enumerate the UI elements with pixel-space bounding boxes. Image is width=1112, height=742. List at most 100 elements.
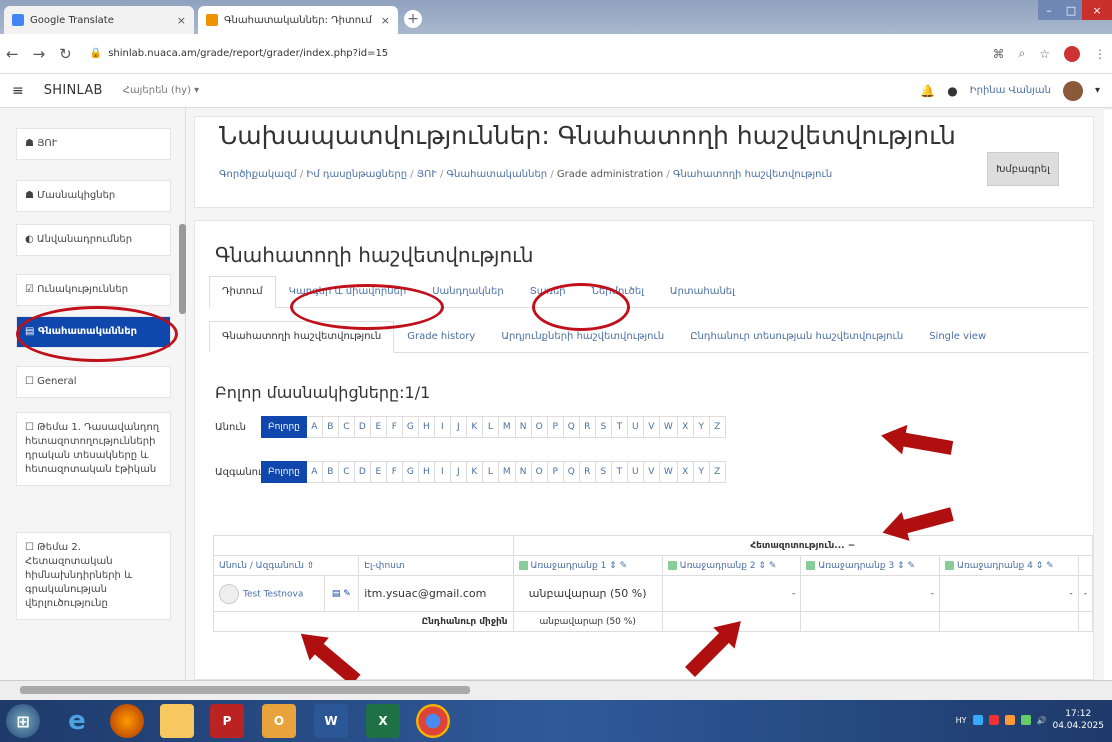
- email-column-header[interactable]: Էլ-փոստ: [358, 555, 514, 576]
- student-name-link[interactable]: Test Testnova: [243, 589, 303, 599]
- collapse-toggle[interactable]: −: [848, 541, 856, 551]
- messages-icon[interactable]: ●: [947, 84, 957, 98]
- browser-tab-grades[interactable]: Գնահատականներ: Դիտում ×: [198, 6, 398, 34]
- sort-icon[interactable]: ⇧: [307, 561, 315, 571]
- forward-icon[interactable]: →: [33, 45, 46, 63]
- category-total[interactable]: անբավարար (50 %): [512, 575, 663, 612]
- email-column-label[interactable]: Էլ-փոստ: [364, 561, 404, 571]
- excel-icon[interactable]: X: [366, 704, 400, 738]
- filter-letter-button[interactable]: J: [450, 416, 467, 438]
- grade-item-label[interactable]: Առաջադրանք 2 ⇕: [680, 561, 766, 571]
- filter-letter-button[interactable]: K: [466, 416, 483, 438]
- grade-item-label[interactable]: Առաջադրանք 4 ⇕: [957, 561, 1043, 571]
- notifications-icon[interactable]: 🔔: [920, 84, 935, 98]
- filter-letter-button[interactable]: H: [418, 461, 435, 483]
- filter-letter-button[interactable]: P: [547, 416, 564, 438]
- filter-letter-button[interactable]: S: [595, 416, 612, 438]
- grade-item-header[interactable]: Առաջադրանք 3 ⇕ ✎: [800, 555, 941, 576]
- filter-letter-button[interactable]: M: [498, 461, 516, 483]
- filter-letter-button[interactable]: Z: [709, 461, 726, 483]
- zoom-icon[interactable]: ⌕: [1019, 46, 1026, 61]
- file-explorer-icon[interactable]: [160, 704, 194, 738]
- user-name[interactable]: Իրինա Վանյան: [970, 85, 1051, 96]
- filter-letter-button[interactable]: M: [498, 416, 516, 438]
- breadcrumb-item[interactable]: ՅՈՒ: [417, 169, 437, 180]
- category-title[interactable]: Հետազոտություն...: [750, 541, 844, 551]
- close-window-button[interactable]: ×: [1082, 0, 1112, 20]
- edit-pencil-icon[interactable]: ✎: [1046, 561, 1054, 571]
- filter-letter-button[interactable]: T: [611, 416, 628, 438]
- filter-letter-button[interactable]: S: [595, 461, 612, 483]
- sidebar-item-general[interactable]: ☐ General: [16, 366, 171, 398]
- scrollbar-thumb[interactable]: [20, 686, 470, 694]
- subtab-single-view[interactable]: Single view: [916, 321, 999, 352]
- sidebar-item-topic-1[interactable]: ☐ Թեմա 1. Դասավանդող հետազոտողություններ…: [16, 412, 171, 486]
- filter-letter-button[interactable]: C: [338, 461, 355, 483]
- filter-letter-button[interactable]: N: [515, 461, 532, 483]
- filter-letter-button[interactable]: X: [677, 461, 694, 483]
- grade-cell[interactable]: -: [800, 575, 941, 612]
- filter-letter-button[interactable]: O: [531, 461, 548, 483]
- breadcrumb-item[interactable]: Գործիքակազմ: [219, 169, 297, 180]
- filter-letter-button[interactable]: V: [643, 461, 660, 483]
- language-indicator[interactable]: HY: [956, 716, 967, 725]
- filter-letter-button[interactable]: X: [677, 416, 694, 438]
- tray-app-icon[interactable]: [988, 715, 999, 725]
- filter-letter-button[interactable]: I: [434, 461, 451, 483]
- grade-cell[interactable]: -: [661, 575, 802, 612]
- filter-letter-button[interactable]: Q: [563, 416, 580, 438]
- filter-letter-button[interactable]: A: [306, 416, 323, 438]
- filter-letter-button[interactable]: L: [482, 461, 499, 483]
- browser-tab-google-translate[interactable]: Google Translate ×: [4, 6, 194, 34]
- edit-pencil-icon[interactable]: ✎: [769, 561, 777, 571]
- breadcrumb-item[interactable]: Գնահատականներ: [447, 169, 548, 180]
- breadcrumb-item[interactable]: Grade administration: [557, 169, 663, 180]
- tray-app-icon[interactable]: [972, 715, 983, 725]
- filter-letter-button[interactable]: Q: [563, 461, 580, 483]
- filter-letter-button[interactable]: G: [402, 416, 419, 438]
- filter-letter-button[interactable]: E: [370, 461, 387, 483]
- filter-letter-button[interactable]: G: [402, 461, 419, 483]
- language-selector[interactable]: Հայերեն (hy) ▾: [123, 85, 199, 96]
- filter-letter-button[interactable]: D: [354, 461, 371, 483]
- new-tab-button[interactable]: +: [404, 10, 422, 28]
- edit-pencil-icon[interactable]: ✎: [343, 589, 351, 599]
- back-icon[interactable]: ←: [6, 45, 19, 63]
- edit-pencil-icon[interactable]: ✎: [907, 561, 915, 571]
- filter-all-button[interactable]: Բոլորը: [261, 461, 307, 483]
- filter-letter-button[interactable]: Y: [693, 461, 710, 483]
- taskbar-clock[interactable]: 17:12 04.04.2025: [1052, 708, 1104, 732]
- grade-analysis-icon[interactable]: ▤: [332, 589, 341, 599]
- grade-item-header[interactable]: Առաջադրանք 4 ⇕ ✎: [939, 555, 1079, 576]
- name-column-label[interactable]: Անուն / Ազգանուն: [219, 561, 304, 571]
- star-icon[interactable]: ☆: [1039, 47, 1050, 61]
- tab-view[interactable]: Դիտում: [209, 276, 276, 308]
- filter-letter-button[interactable]: T: [611, 461, 628, 483]
- filter-letter-button[interactable]: J: [450, 461, 467, 483]
- powerpoint-icon[interactable]: P: [210, 704, 244, 738]
- reload-icon[interactable]: ↻: [59, 45, 72, 63]
- close-tab-icon[interactable]: ×: [177, 14, 186, 27]
- filter-letter-button[interactable]: W: [659, 416, 678, 438]
- edit-pencil-icon[interactable]: ✎: [620, 561, 628, 571]
- translate-icon[interactable]: ⌘: [993, 47, 1005, 61]
- filter-letter-button[interactable]: B: [322, 461, 339, 483]
- filter-all-button[interactable]: Բոլորը: [261, 416, 307, 438]
- filter-letter-button[interactable]: A: [306, 461, 323, 483]
- sidebar-item-course[interactable]: ☗ ՅՈՒ: [16, 128, 171, 160]
- hamburger-menu-icon[interactable]: ≡: [12, 83, 24, 99]
- grade-item-header[interactable]: Առաջադրանք 2 ⇕ ✎: [661, 555, 802, 576]
- minimize-button[interactable]: –: [1038, 0, 1060, 20]
- tray-app-icon[interactable]: [1004, 715, 1015, 725]
- edit-button[interactable]: Խմբագրել: [987, 152, 1059, 186]
- filter-letter-button[interactable]: U: [627, 416, 644, 438]
- filter-letter-button[interactable]: N: [515, 416, 532, 438]
- filter-letter-button[interactable]: D: [354, 416, 371, 438]
- filter-letter-button[interactable]: U: [627, 461, 644, 483]
- grade-cell[interactable]: -: [1077, 575, 1094, 612]
- breadcrumb-item[interactable]: Գնահատողի հաշվետվություն: [673, 169, 832, 180]
- breadcrumb-item[interactable]: Իմ դասընթացները: [306, 169, 407, 180]
- firefox-icon[interactable]: [110, 704, 144, 738]
- internet-explorer-icon[interactable]: e: [60, 704, 94, 738]
- grade-cell[interactable]: -: [939, 575, 1079, 612]
